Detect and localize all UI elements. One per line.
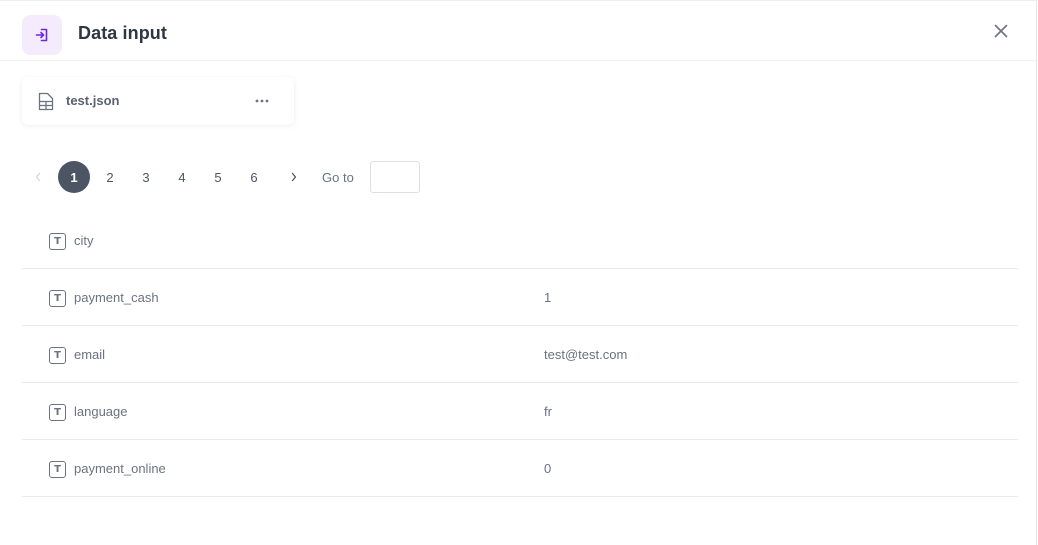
- close-icon: [994, 24, 1008, 38]
- prev-page-button[interactable]: [22, 161, 54, 193]
- file-name: test.json: [66, 93, 120, 108]
- text-type-icon: T: [49, 461, 66, 478]
- more-horizontal-icon: [255, 99, 269, 103]
- text-type-icon: T: [49, 347, 66, 364]
- field-name: language: [74, 404, 128, 419]
- chevron-right-icon: [291, 172, 297, 182]
- field-value: 1: [544, 290, 552, 305]
- field-value: fr: [544, 404, 552, 419]
- goto-label: Go to: [322, 169, 354, 185]
- page-3[interactable]: 3: [130, 161, 162, 193]
- field-value: test@test.com: [544, 347, 628, 362]
- login-icon: [22, 15, 62, 55]
- field-value: 0: [544, 461, 552, 476]
- field-row-language: T language fr: [22, 383, 1018, 440]
- data-input-panel: Data input test.json 1 2 3 4 5 6 Go to T…: [0, 0, 1037, 545]
- text-type-icon: T: [49, 233, 66, 250]
- field-row-payment-online: T payment_online 0: [22, 440, 1018, 497]
- page-4[interactable]: 4: [166, 161, 198, 193]
- field-row-payment-cash: T payment_cash 1: [22, 269, 1018, 326]
- table-file-icon: [38, 92, 54, 111]
- field-name: email: [74, 347, 106, 362]
- close-button[interactable]: [990, 20, 1012, 42]
- panel-title: Data input: [78, 23, 167, 43]
- text-type-icon: T: [49, 404, 66, 421]
- file-card[interactable]: test.json: [22, 77, 294, 125]
- next-page-button[interactable]: [278, 161, 310, 193]
- text-type-icon: T: [49, 290, 66, 307]
- panel-header: Data input: [0, 1, 1036, 61]
- page-1[interactable]: 1: [58, 161, 90, 193]
- page-6[interactable]: 6: [238, 161, 270, 193]
- pagination: 1 2 3 4 5 6 Go to: [22, 161, 420, 193]
- page-5[interactable]: 5: [202, 161, 234, 193]
- field-list: T city T payment_cash 1 T email test@tes…: [22, 212, 1018, 497]
- field-name: payment_cash: [74, 290, 159, 305]
- file-menu-button[interactable]: [252, 91, 272, 111]
- field-row-email: T email test@test.com: [22, 326, 1018, 383]
- page-2[interactable]: 2: [94, 161, 126, 193]
- field-row-city: T city: [22, 212, 1018, 269]
- goto-page-input[interactable]: [369, 161, 420, 193]
- field-name: city: [74, 233, 94, 248]
- field-name: payment_online: [74, 461, 166, 476]
- chevron-left-icon: [35, 172, 41, 182]
